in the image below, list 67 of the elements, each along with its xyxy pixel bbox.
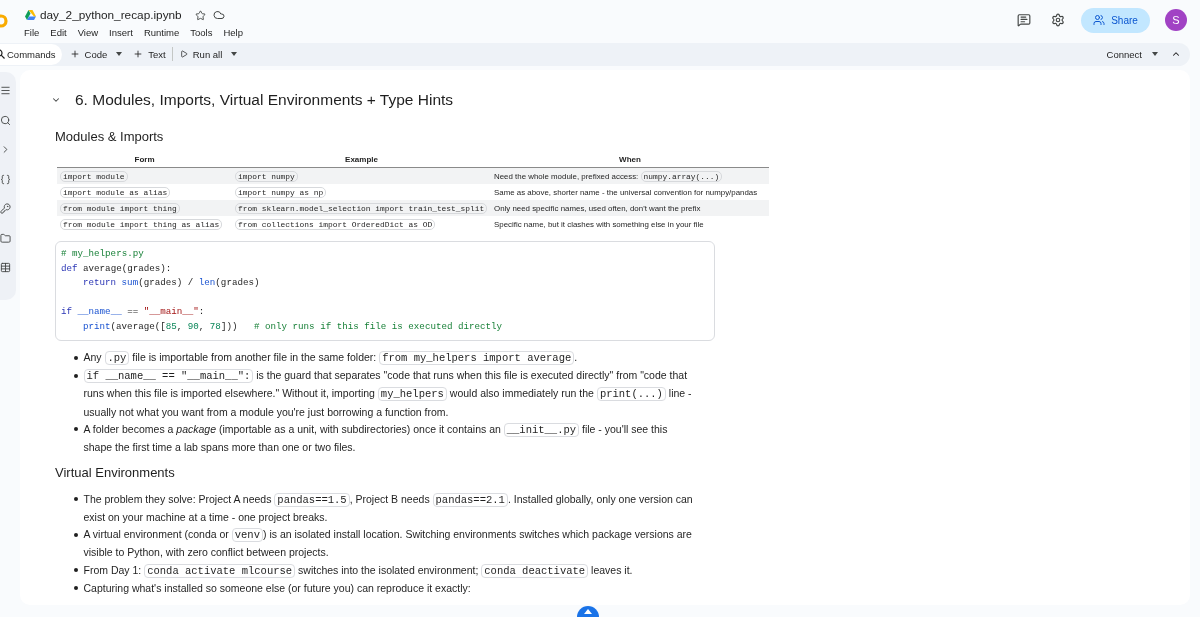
caret-icon[interactable] [1152,52,1158,56]
code-line: if __name__ == "__main__": [61,305,206,320]
bullet-text: The problem they solve: Project A needs pandas==1.5 , Project B needs pandas==2.1 . Installed globally, only one version can exist on your machine at a time - one project breaks. [83,491,694,525]
caret-icon[interactable] [231,52,238,56]
column-header: When [491,152,769,168]
bullet-text: A virtual environment (conda or venv ) is an isolated install location. Switching environments switches which package versions are visible to Python, with zero conflict between projects. [83,527,693,561]
menu-item[interactable]: File [24,26,40,38]
bullet-text: From Day 1: conda activate mlcourse switches into the isolated environment; conda deactivate leaves it. [83,562,634,580]
plus-icon [69,49,80,59]
bullet-icon [74,427,78,432]
cloud-icon[interactable] [212,9,225,21]
folder-icon[interactable] [0,232,11,244]
menu-item[interactable]: View [77,26,99,38]
code-line: print(average([85, 90, 78])) # only runs if this file is executed directly [82,319,504,334]
bullet-icon [74,568,78,573]
run-all-button[interactable]: Run all [179,48,223,60]
people-icon [1093,14,1106,26]
code-line: return sum(grades) / len(grades) [82,276,261,291]
round-button-icon[interactable] [577,605,599,617]
section-title: 6. Modules, Imports, Virtual Environments + Type Hints [75,90,454,110]
play-icon [179,50,188,58]
add-text-button[interactable]: Text [133,48,166,60]
menu-item[interactable]: Tools [190,26,213,38]
share-button[interactable]: Share [1081,7,1150,33]
code-line: # my_helpers.py [61,247,145,261]
column-header: Form [57,152,232,168]
bullet-text: Any .py file is importable from another file in the same folder: from my_helpers import average . [83,350,579,368]
section-heading: Modules & Imports [55,128,165,146]
caret-icon[interactable] [116,52,123,56]
user-avatar[interactable]: S [1165,9,1187,31]
search-icon[interactable] [0,114,11,126]
add-code-label: Code [84,48,108,60]
commands-label: Commands [7,48,56,60]
code-line: def average(grades): [61,261,173,276]
menu-item[interactable]: Runtime [143,26,180,38]
menu-item[interactable]: Edit [50,26,67,38]
bullet-text: A folder becomes a package (importable as a unit, with subdirectories) once it contains an __init__.py file - you'll see this shape the first time a lab spans more than one or two files. [83,421,669,456]
column-header: Example [232,152,491,168]
plus-icon [133,49,144,59]
add-text-label: Text [148,48,166,60]
search-icon [0,49,5,59]
add-code-button[interactable]: Code [69,48,108,60]
braces-icon[interactable] [0,173,11,185]
notebook-title[interactable]: day_2_python_recap.ipynb [40,8,182,22]
section-heading: Virtual Environments [55,464,176,483]
connect-button[interactable]: Connect [1106,48,1142,60]
bullet-text: Capturing what's installed so someone else (or future you) can reproduce it exactly: [83,580,472,596]
star-icon[interactable] [194,9,206,21]
share-label: Share [1111,14,1138,26]
bullet-icon [74,373,78,378]
bullet-icon [74,355,78,360]
comment-icon[interactable] [1017,13,1031,27]
bullet-text: if __name__ == "__main__": is the guard that separates "code that runs when this file is executed directly" from "code that runs when this file is imported elsewhere." Without it, importing my_helpers would also immediately run the print(...) line - usually not what you want from a module you're just borrowing a function from. [83,368,693,420]
menu-item[interactable]: Insert [109,26,133,38]
triangle-logo-icon [25,10,36,20]
commands-button[interactable]: Commands [0,43,62,65]
bullet-icon [74,532,78,537]
settings-icon[interactable] [1051,13,1065,27]
menu-item[interactable]: Help [223,26,243,38]
chevron-down-icon[interactable] [50,95,62,105]
bullet-icon [74,497,78,502]
menu-icon[interactable] [0,85,11,96]
bullet-icon [74,586,78,591]
chevron-up-icon[interactable] [1171,49,1181,59]
table-icon[interactable] [0,262,11,273]
key-icon[interactable] [0,203,11,214]
run-all-label: Run all [192,48,223,60]
